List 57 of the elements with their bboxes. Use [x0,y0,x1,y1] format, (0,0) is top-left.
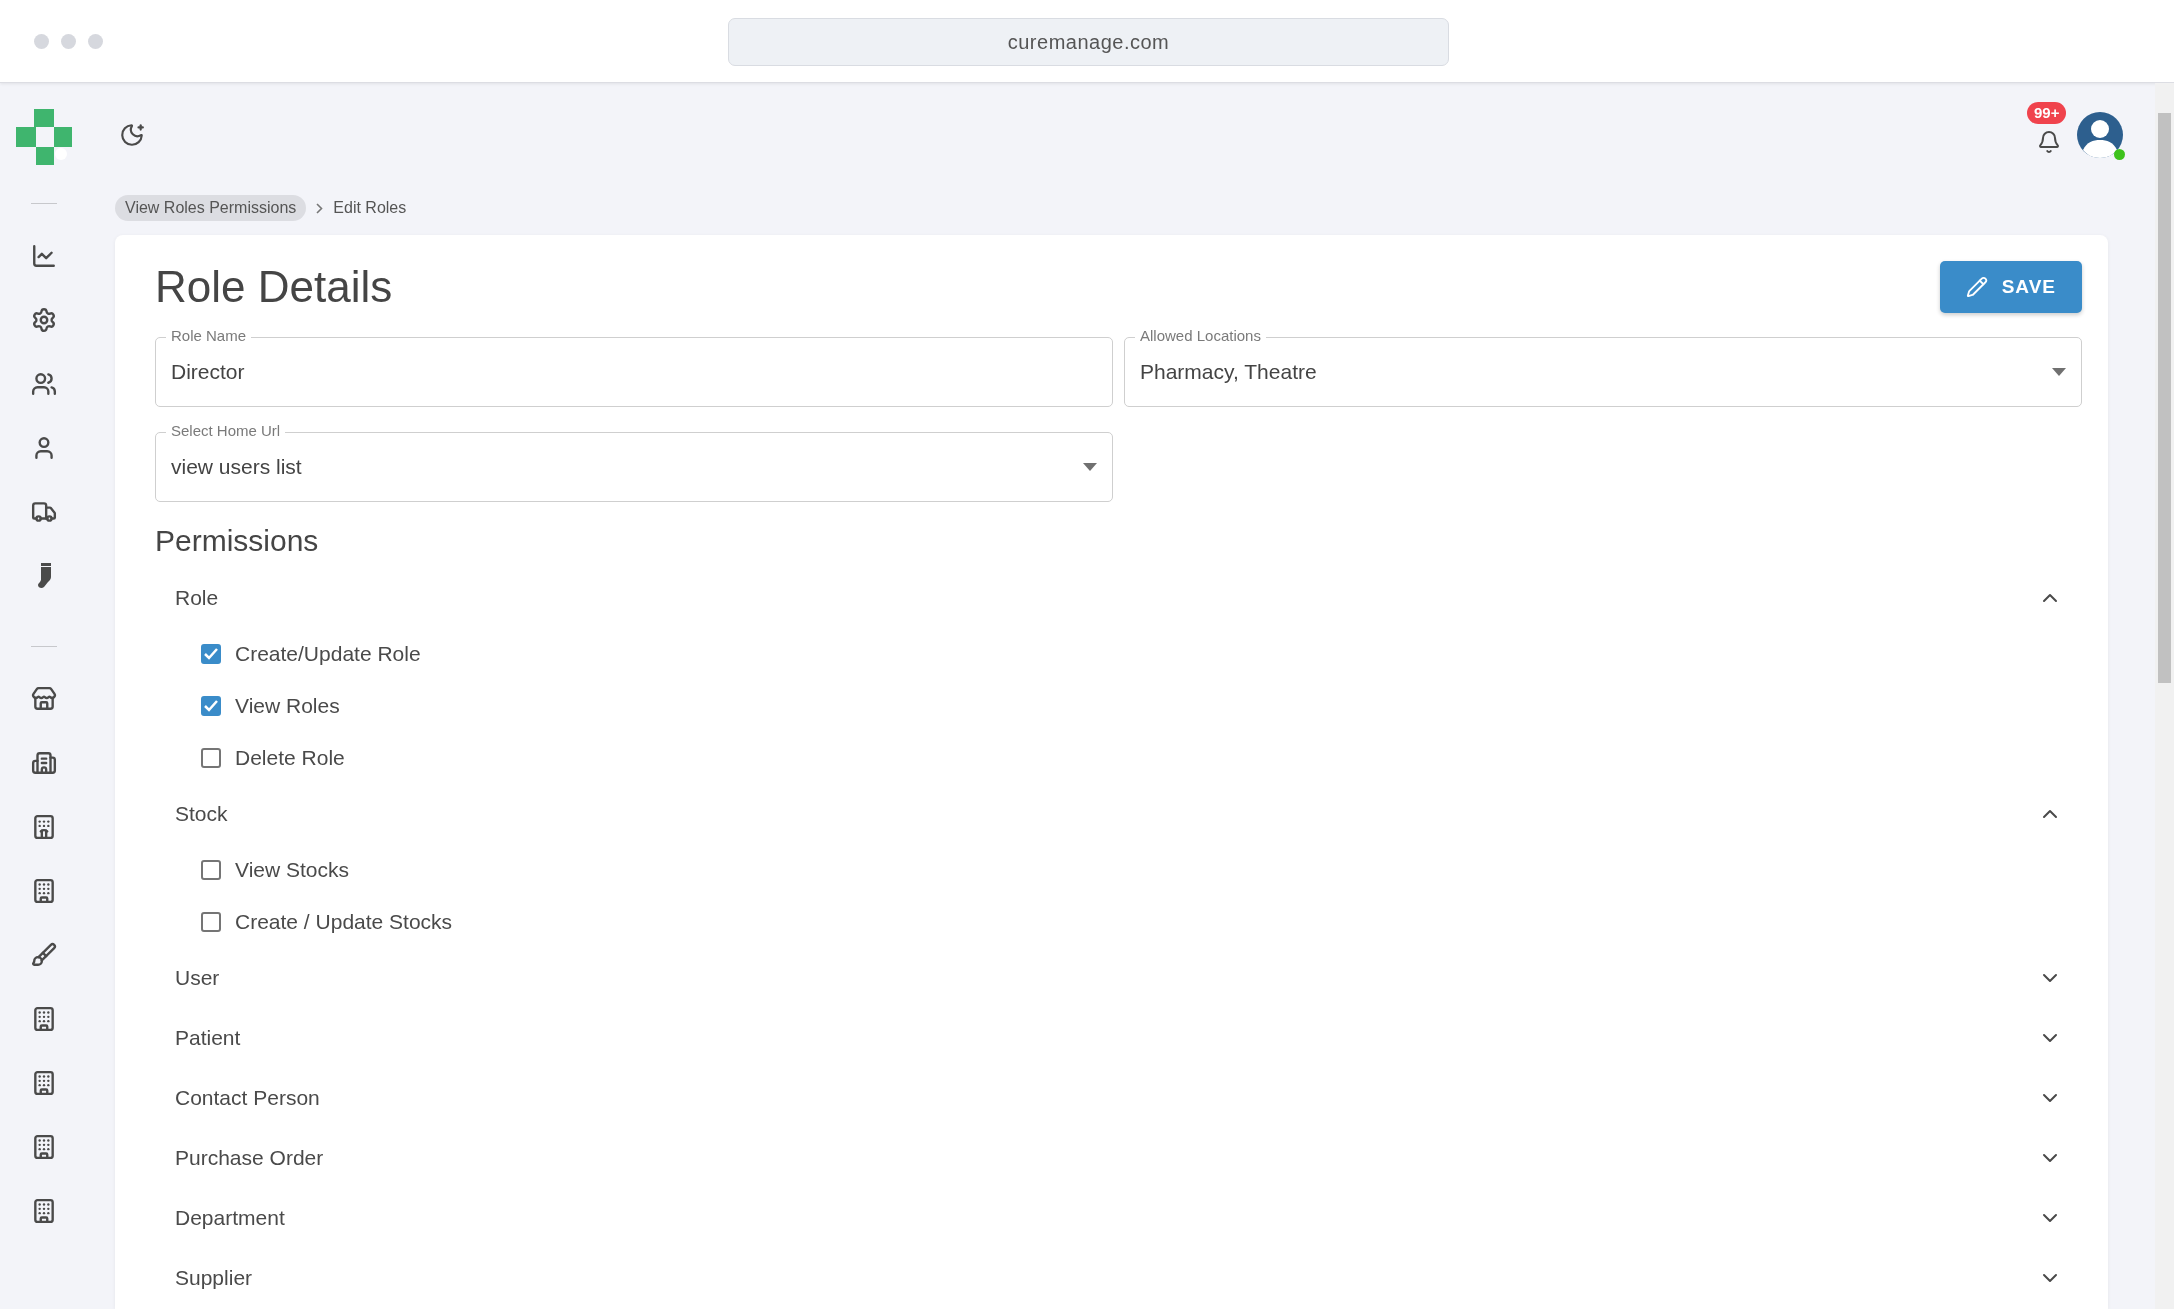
hotel-icon [31,814,57,840]
scrollbar[interactable] [2155,83,2174,1309]
field-value: Director [171,360,246,384]
pencil-icon [1965,276,1988,298]
sock-icon [35,563,53,589]
building-icon [31,1198,57,1224]
permission-label: Delete Role [235,746,345,770]
notification-count: 99+ [2027,102,2067,124]
select-field[interactable]: Allowed Locations Pharmacy, Theatre [1124,327,2082,407]
dropdown-caret-icon [1083,463,1097,471]
moon-icon [119,122,145,148]
window-dot [61,33,76,49]
store-icon [31,686,57,712]
truck-icon [31,499,57,525]
permission-group-header[interactable]: Role [155,568,2068,628]
input-field[interactable]: Role Name Director [155,327,1113,407]
permission-group-header[interactable]: User [155,948,2068,1008]
field-value: view users list [171,455,303,479]
page-title: Role Details [155,262,393,312]
permission-label: View Stocks [235,858,349,882]
checkbox[interactable] [201,912,221,932]
office-building-icon [31,750,57,776]
user-avatar[interactable] [2077,112,2123,158]
permission-group-header[interactable]: Supplier [155,1248,2068,1308]
dropdown-caret-icon [2052,368,2066,376]
settings-icon [31,307,57,333]
permission-group-header[interactable]: Department [155,1188,2068,1248]
checkbox[interactable] [201,644,221,664]
breadcrumb-chevron-icon [316,202,324,214]
logo-icon [16,109,72,165]
building-icon [31,1006,57,1032]
permission-group-header[interactable]: Stock [155,784,2068,844]
breadcrumb-current: Edit Roles [333,199,407,217]
permission-label: Create/Update Role [235,642,421,666]
brush-icon [31,942,57,968]
people-icon [31,371,57,397]
chart-icon [31,243,57,269]
address-bar[interactable]: curemanage.com [728,18,1449,66]
permission-group-header[interactable]: Purchase Order [155,1128,2068,1188]
window-dot [88,33,103,49]
save-button[interactable]: SAVE [1939,261,2082,313]
building-icon [31,1134,57,1160]
permission-group-header[interactable]: Contact Person [155,1068,2068,1128]
permission-label: Create / Update Stocks [235,910,453,934]
breadcrumb-link[interactable]: View Roles Permissions [115,195,307,221]
window-dot [34,33,49,49]
section-title: Permissions [155,524,320,558]
checkbox[interactable] [201,748,221,768]
checkbox[interactable] [201,860,221,880]
select-field[interactable]: Select Home Url view users list [155,422,1113,502]
building-icon [31,878,57,904]
bell-icon [2037,130,2061,154]
permission-group-header[interactable]: Patient [155,1008,2068,1068]
building-icon [31,1070,57,1096]
checkbox[interactable] [201,696,221,716]
permission-label: View Roles [235,694,340,718]
field-value: Pharmacy, Theatre [1140,360,1318,384]
